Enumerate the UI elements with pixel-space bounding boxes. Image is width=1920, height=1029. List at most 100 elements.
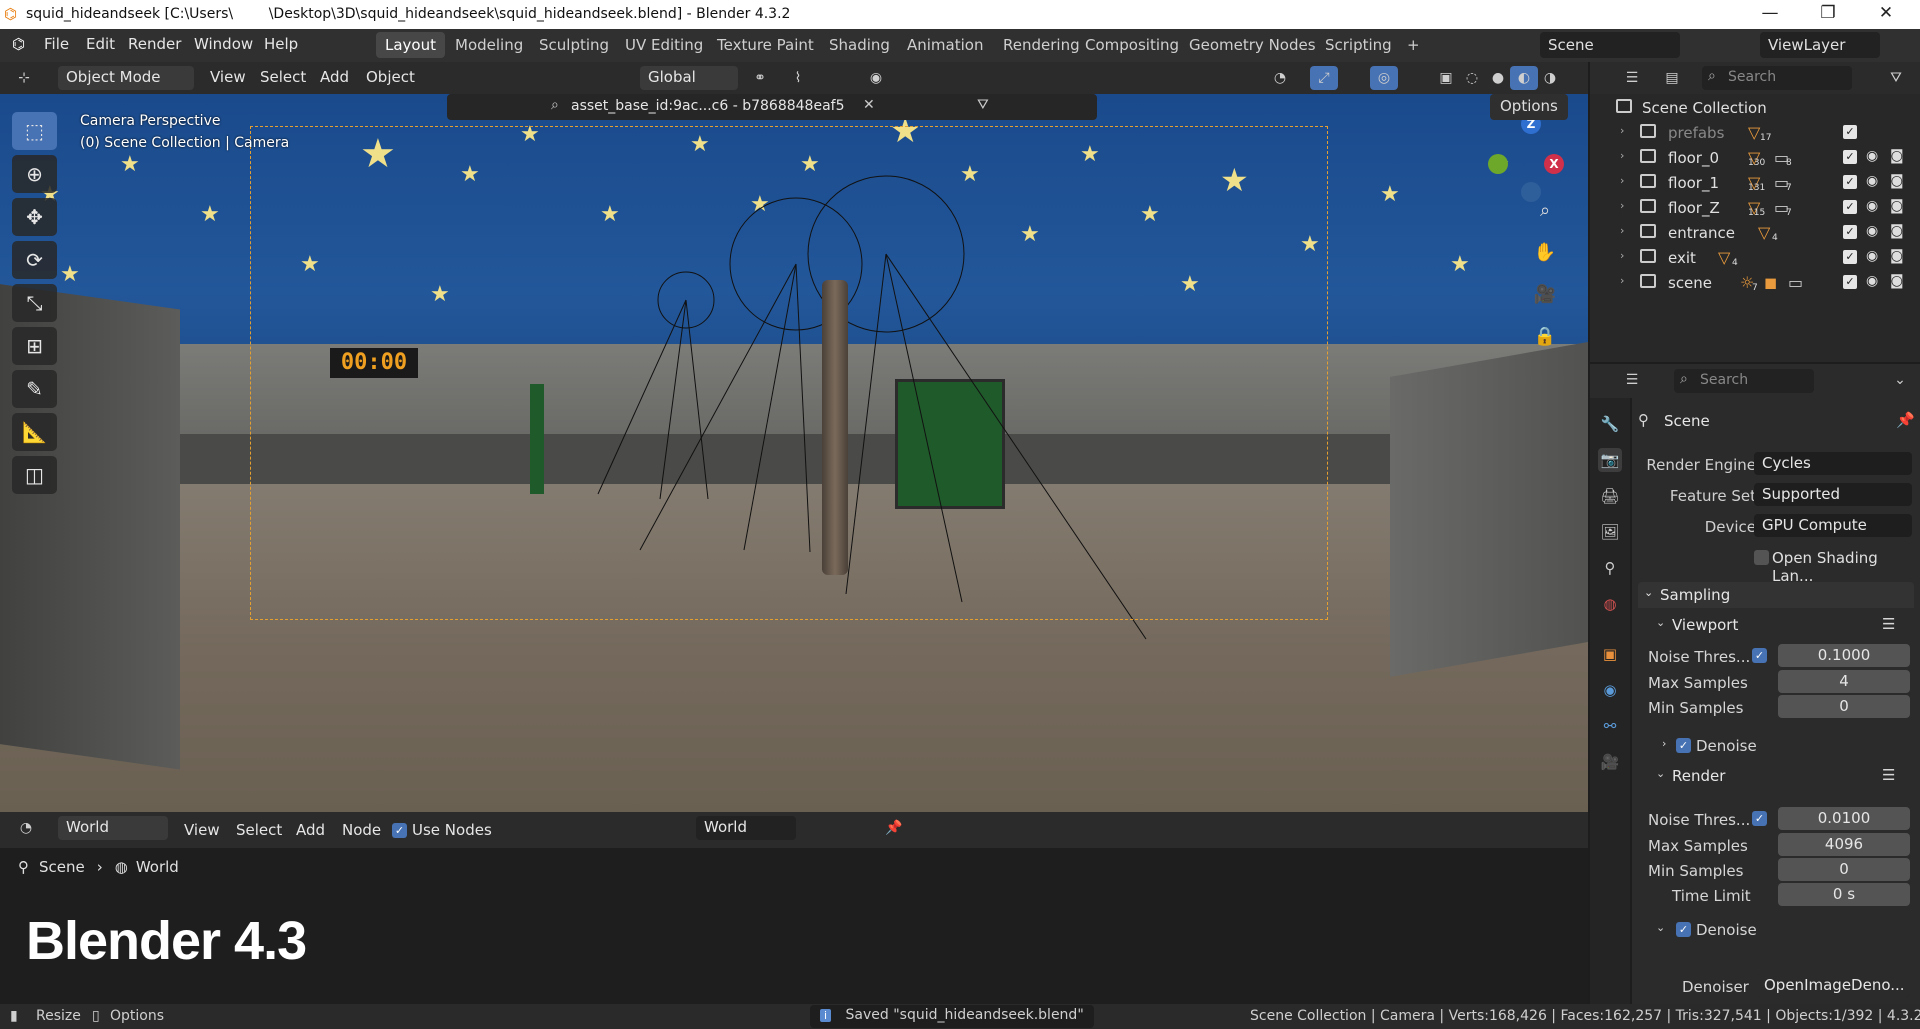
vp-noise-field[interactable]: 0.1000 bbox=[1778, 644, 1910, 667]
world-tab-icon[interactable]: ◍ bbox=[1598, 592, 1622, 616]
eye-icon[interactable]: ◉ bbox=[1866, 173, 1878, 189]
asset-filter-input[interactable]: asset_base_id:9ac...c6 - b7868848eaf5 bbox=[571, 98, 845, 114]
menu-edit[interactable]: Edit bbox=[86, 35, 115, 53]
tab-uv-editing[interactable]: UV Editing bbox=[616, 32, 712, 58]
lock-icon[interactable]: 🔒 bbox=[1528, 320, 1562, 354]
clear-filter-icon[interactable]: ✕ bbox=[863, 97, 875, 113]
display-mode-icon[interactable]: ▤ bbox=[1658, 66, 1686, 90]
render-tab-icon[interactable]: 📷 bbox=[1598, 448, 1622, 472]
transform-orientation-dropdown[interactable]: Global bbox=[640, 66, 738, 90]
exclude-checkbox[interactable]: ✓ bbox=[1843, 125, 1857, 139]
solid-shading-icon[interactable]: ● bbox=[1484, 66, 1512, 90]
tab-geometry-nodes[interactable]: Geometry Nodes bbox=[1180, 32, 1325, 58]
gizmo-toggle-icon[interactable]: ⤢ bbox=[1310, 66, 1338, 90]
vp-denoise-checkbox[interactable]: ✓ bbox=[1676, 738, 1691, 753]
outliner-row-floor-1[interactable]: › floor_1 ▽ 131 ▭ 7 ✓ ◉ ◙ bbox=[1590, 171, 1920, 196]
measure-icon[interactable]: 📐 bbox=[12, 413, 57, 451]
pan-hand-icon[interactable]: ✋ bbox=[1528, 236, 1562, 270]
vp-max-samples-field[interactable]: 4 bbox=[1778, 670, 1910, 693]
tab-shading[interactable]: Shading bbox=[820, 32, 899, 58]
camera-render-icon[interactable]: ◙ bbox=[1890, 148, 1904, 164]
sampling-panel-header[interactable]: ⌄ Sampling bbox=[1638, 582, 1914, 608]
close-button[interactable]: ✕ bbox=[1866, 3, 1906, 23]
expand-icon[interactable]: › bbox=[1620, 124, 1624, 137]
eye-icon[interactable]: ◉ bbox=[1866, 223, 1878, 239]
editor-type-icon[interactable]: ⊹ bbox=[10, 66, 38, 90]
node-editor-type-icon[interactable]: ◔ bbox=[12, 816, 40, 840]
vp-noise-checkbox[interactable]: ✓ bbox=[1752, 648, 1767, 663]
feature-set-dropdown[interactable]: Supported bbox=[1754, 483, 1912, 506]
r-noise-field[interactable]: 0.0100 bbox=[1778, 807, 1910, 830]
pin-icon[interactable]: 📌 bbox=[1896, 411, 1915, 429]
zoom-icon[interactable]: ⌕ bbox=[1528, 194, 1562, 228]
pin-icon[interactable]: 📌 bbox=[880, 816, 908, 840]
node-menu-view[interactable]: View bbox=[184, 821, 220, 839]
outliner-row-prefabs[interactable]: › prefabs ▽ 17 ✓ bbox=[1590, 121, 1920, 146]
presets-list-icon[interactable]: ☰ bbox=[1882, 615, 1895, 633]
use-nodes-checkbox[interactable]: ✓ bbox=[392, 823, 407, 838]
exclude-checkbox[interactable]: ✓ bbox=[1843, 200, 1857, 214]
expand-icon[interactable]: › bbox=[1620, 149, 1624, 162]
wireframe-shading-icon[interactable]: ◌ bbox=[1458, 66, 1486, 90]
expand-icon[interactable]: › bbox=[1620, 249, 1624, 262]
osl-checkbox[interactable] bbox=[1754, 550, 1769, 565]
camera-render-icon[interactable]: ◙ bbox=[1890, 198, 1904, 214]
time-limit-field[interactable]: 0 s bbox=[1778, 883, 1910, 906]
scene-tab-icon[interactable]: ⚲ bbox=[1598, 556, 1622, 580]
r-min-samples-field[interactable]: 0 bbox=[1778, 858, 1910, 881]
view-layer-tab-icon[interactable]: 🖼 bbox=[1598, 520, 1622, 544]
options-dropdown[interactable]: Options bbox=[1490, 94, 1568, 120]
xray-icon[interactable]: ▣ bbox=[1432, 66, 1460, 90]
filter-icon[interactable]: ⛛ bbox=[1882, 66, 1910, 90]
outliner-root[interactable]: Scene Collection bbox=[1590, 96, 1920, 121]
blender-menu-icon[interactable]: ⌬ bbox=[12, 35, 25, 53]
device-dropdown[interactable]: GPU Compute bbox=[1754, 514, 1912, 537]
3d-viewport[interactable]: ★★ ★★ ★★ ★★ ★★ ★★ ★★ ★★ ★★ ★★ ★★ ★★ 00:0… bbox=[0, 94, 1588, 812]
render-subpanel-header[interactable]: ⌄ Render ☰ bbox=[1632, 764, 1920, 789]
properties-options-icon[interactable]: ⌄ bbox=[1886, 368, 1914, 392]
menu-file[interactable]: File bbox=[44, 35, 69, 53]
expand-icon[interactable]: › bbox=[1620, 274, 1624, 287]
denoiser-dropdown[interactable]: OpenImageDeno... bbox=[1756, 974, 1910, 997]
object-tab-icon[interactable]: ▣ bbox=[1598, 642, 1622, 666]
node-menu-select[interactable]: Select bbox=[236, 821, 282, 839]
annotate-icon[interactable]: ✎ bbox=[12, 370, 57, 408]
expand-icon[interactable]: › bbox=[1620, 224, 1624, 237]
outliner-row-scene[interactable]: › scene ☼ 7 ◼ ▭ ✓ ◉ ◙ bbox=[1590, 271, 1920, 296]
r-denoise-checkbox[interactable]: ✓ bbox=[1676, 922, 1691, 937]
r-max-samples-field[interactable]: 4096 bbox=[1778, 833, 1910, 856]
viewlayer-selector[interactable]: ViewLayer bbox=[1760, 32, 1880, 58]
exclude-checkbox[interactable]: ✓ bbox=[1843, 250, 1857, 264]
navigation-gizmo[interactable]: Z X bbox=[1478, 110, 1568, 202]
tool-tab-icon[interactable]: 🔧 bbox=[1598, 412, 1622, 436]
overlay-toggle-icon[interactable]: ◎ bbox=[1370, 66, 1398, 90]
node-menu-node[interactable]: Node bbox=[342, 821, 381, 839]
filter-funnel-icon[interactable]: ⛛ bbox=[977, 97, 989, 113]
outliner-row-floor-0[interactable]: › floor_0 ▽ 130 ▭ 8 ✓ ◉ ◙ bbox=[1590, 146, 1920, 171]
menu-help[interactable]: Help bbox=[264, 35, 298, 53]
viewport-subpanel-header[interactable]: ⌄ Viewport ☰ bbox=[1632, 613, 1920, 638]
expand-icon[interactable]: › bbox=[1620, 199, 1624, 212]
exclude-checkbox[interactable]: ✓ bbox=[1843, 275, 1857, 289]
menu-window[interactable]: Window bbox=[194, 35, 253, 53]
menu-render[interactable]: Render bbox=[128, 35, 181, 53]
r-noise-checkbox[interactable]: ✓ bbox=[1752, 811, 1767, 826]
expand-icon[interactable]: › bbox=[1620, 174, 1624, 187]
properties-search-field[interactable]: ⌕ Search bbox=[1674, 369, 1814, 393]
mode-dropdown[interactable]: Object Mode bbox=[58, 66, 194, 90]
visibility-icon[interactable]: ◔ bbox=[1266, 66, 1294, 90]
eye-icon[interactable]: ◉ bbox=[1866, 248, 1878, 264]
physics-tab-icon[interactable]: ◉ bbox=[1598, 678, 1622, 702]
transform-icon[interactable]: ⊞ bbox=[12, 327, 57, 365]
minimize-button[interactable]: — bbox=[1750, 3, 1790, 23]
camera-render-icon[interactable]: ◙ bbox=[1890, 273, 1904, 289]
outliner-row-entrance[interactable]: › entrance ▽ 4 ✓ ◉ ◙ bbox=[1590, 221, 1920, 246]
rotate-icon[interactable]: ⟳ bbox=[12, 241, 57, 279]
select-box-icon[interactable]: ⬚ bbox=[12, 112, 57, 150]
tab-sculpting[interactable]: Sculpting bbox=[530, 32, 618, 58]
camera-render-icon[interactable]: ◙ bbox=[1890, 223, 1904, 239]
presets-list-icon[interactable]: ☰ bbox=[1882, 766, 1895, 784]
world-datablock-field[interactable]: World bbox=[696, 816, 796, 840]
pivot-icon[interactable]: ⚭ bbox=[746, 66, 774, 90]
menu-add[interactable]: Add bbox=[320, 68, 349, 86]
